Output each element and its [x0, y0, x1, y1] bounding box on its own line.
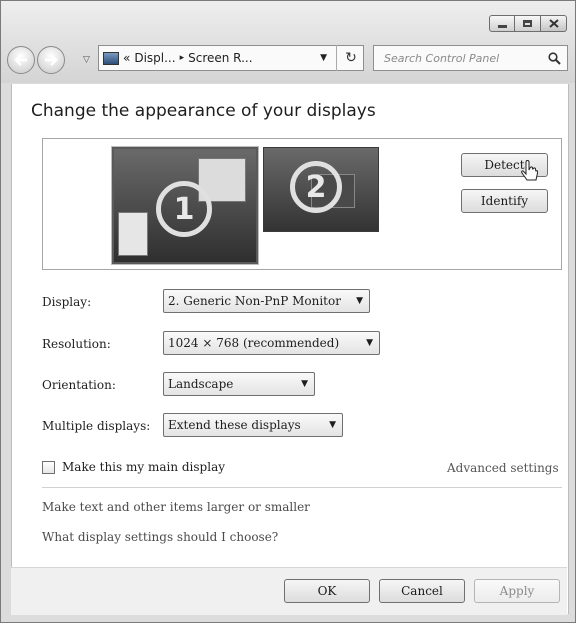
title-bar: ▽ « Displ... ▸ Screen R... ▼ ↻ Search Co… — [1, 1, 575, 83]
breadcrumb-screen-resolution[interactable]: Screen R... — [188, 51, 252, 65]
search-box[interactable]: Search Control Panel — [373, 45, 568, 71]
orientation-select[interactable]: Landscape ▼ — [163, 372, 315, 396]
main-display-checkbox-label[interactable]: Make this my main display — [62, 460, 225, 474]
maximize-icon — [523, 20, 532, 27]
multiple-displays-label: Multiple displays: — [42, 419, 151, 433]
minimize-button[interactable] — [489, 15, 515, 32]
search-icon — [548, 51, 561, 65]
chevron-down-icon: ▼ — [366, 338, 373, 348]
refresh-icon: ↻ — [345, 50, 357, 66]
mouse-cursor-icon — [521, 160, 538, 181]
breadcrumb-separator[interactable]: ▸ — [180, 53, 185, 63]
ok-button[interactable]: OK — [284, 579, 370, 603]
control-panel-icon — [103, 51, 119, 65]
close-icon — [548, 19, 559, 28]
chevron-down-icon: ▼ — [301, 379, 308, 389]
display-help-link[interactable]: What display settings should I choose? — [42, 530, 278, 544]
forward-arrow-icon — [45, 54, 58, 66]
close-button[interactable] — [541, 15, 567, 32]
advanced-settings-link[interactable]: Advanced settings — [447, 461, 559, 475]
maximize-button[interactable] — [515, 15, 541, 32]
breadcrumb-display[interactable]: Displ... — [134, 51, 175, 65]
orientation-select-value: Landscape — [168, 377, 234, 391]
page-title: Change the appearance of your displays — [31, 101, 376, 121]
chevron-down-icon: ▽ — [83, 55, 90, 65]
display-select-value: 2. Generic Non-PnP Monitor — [168, 294, 341, 308]
search-placeholder: Search Control Panel — [384, 51, 500, 65]
identify-button[interactable]: Identify — [461, 189, 548, 213]
multiple-displays-select-value: Extend these displays — [168, 418, 301, 432]
recent-pages-button[interactable]: ▽ — [83, 55, 90, 65]
chevron-down-icon: ▼ — [356, 296, 363, 306]
orientation-label: Orientation: — [42, 378, 116, 392]
refresh-button[interactable]: ↻ — [336, 45, 365, 71]
resolution-label: Resolution: — [42, 337, 111, 351]
address-bar[interactable]: « Displ... ▸ Screen R... ▼ — [98, 45, 364, 71]
multiple-displays-select[interactable]: Extend these displays ▼ — [163, 413, 343, 437]
apply-button[interactable]: Apply — [474, 579, 560, 603]
back-arrow-icon — [14, 54, 27, 66]
main-display-checkbox[interactable] — [42, 461, 55, 474]
address-dropdown-icon[interactable]: ▼ — [320, 53, 327, 63]
text-size-link[interactable]: Make text and other items larger or smal… — [42, 500, 310, 514]
resolution-select-value: 1024 × 768 (recommended) — [168, 336, 340, 350]
divider — [42, 487, 562, 488]
resolution-select[interactable]: 1024 × 768 (recommended) ▼ — [163, 331, 380, 355]
monitor-1-window-thumbnail-2 — [118, 212, 148, 256]
monitor-1-number: 1 — [156, 181, 212, 237]
display-select[interactable]: 2. Generic Non-PnP Monitor ▼ — [163, 289, 370, 313]
window-controls — [489, 15, 567, 32]
monitor-2-number: 2 — [290, 161, 342, 213]
back-button[interactable] — [7, 46, 35, 74]
address-overflow[interactable]: « — [123, 51, 130, 65]
forward-button[interactable] — [37, 46, 65, 74]
window: ▽ « Displ... ▸ Screen R... ▼ ↻ Search Co… — [0, 0, 576, 623]
chevron-down-icon: ▼ — [329, 420, 336, 430]
display-label: Display: — [42, 295, 92, 309]
cancel-button[interactable]: Cancel — [379, 579, 465, 603]
minimize-icon — [497, 25, 507, 28]
